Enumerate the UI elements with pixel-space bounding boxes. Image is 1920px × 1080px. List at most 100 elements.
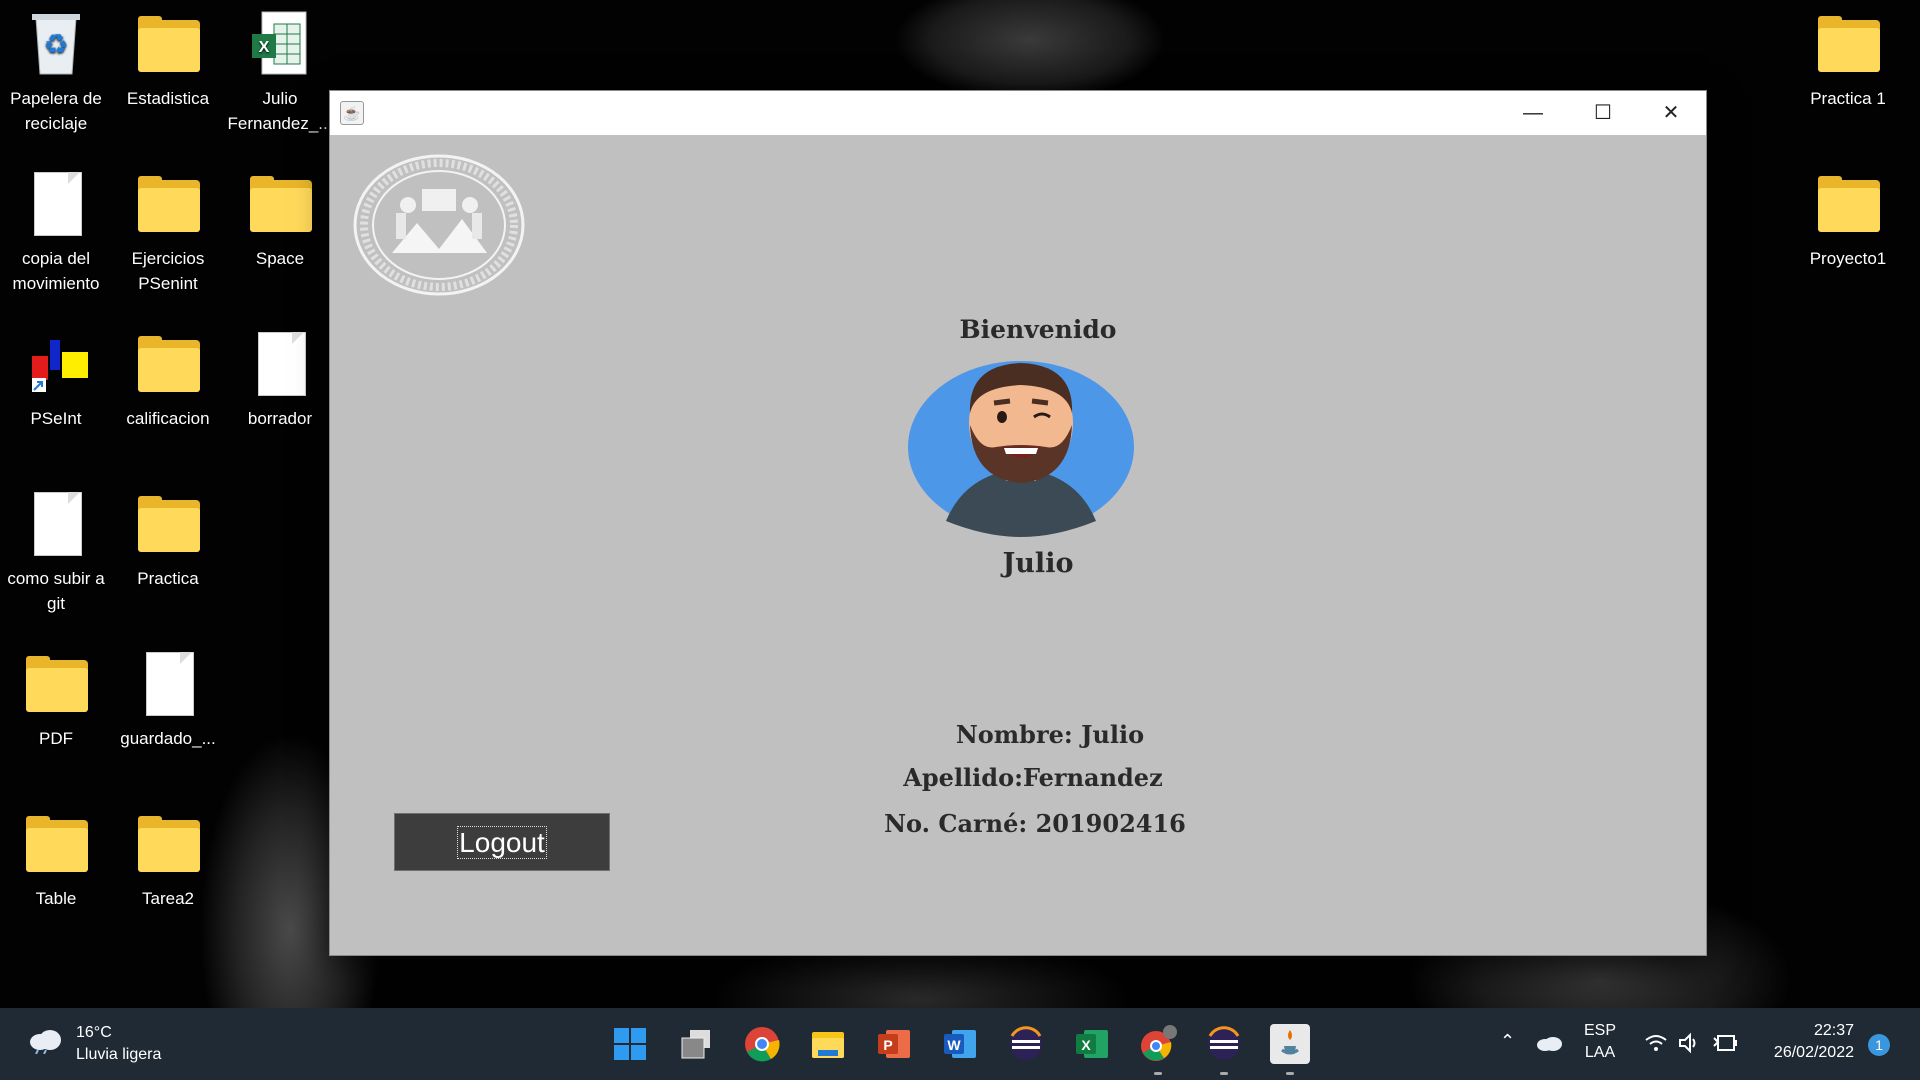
- desktop-icon-label: Practica: [137, 569, 199, 588]
- desktop-icon-label: Estadistica: [126, 89, 210, 108]
- desktop-icon-calificacion[interactable]: calificacion: [112, 328, 224, 431]
- weather-desc: Lluvia ligera: [76, 1046, 162, 1063]
- desktop-icon-label: calificacion: [126, 409, 210, 428]
- desktop-icon-copia-movimiento[interactable]: copia del movimiento: [0, 168, 112, 296]
- volume-icon[interactable]: [1678, 1032, 1702, 1059]
- cloud-rain-icon: [28, 1028, 62, 1055]
- chevron-up-icon[interactable]: ⌃: [1500, 1030, 1515, 1052]
- folder-icon: [132, 328, 204, 400]
- svg-text:P: P: [883, 1037, 892, 1053]
- desktop-icon-practica[interactable]: Practica: [112, 488, 224, 591]
- desktop-icon-pseint[interactable]: PSeInt: [0, 328, 112, 431]
- desktop-icon-proyecto1[interactable]: Proyecto1: [1792, 168, 1904, 271]
- folder-icon: [132, 488, 204, 560]
- weather-temp: 16°C: [76, 1024, 112, 1041]
- java-icon[interactable]: [1270, 1024, 1310, 1064]
- document-icon: [132, 648, 204, 720]
- desktop-icon-label: PSeInt: [30, 409, 82, 428]
- running-indicator: [1154, 1072, 1162, 1075]
- document-icon: [20, 488, 92, 560]
- desktop-icon-tarea2[interactable]: Tarea2: [112, 808, 224, 911]
- folder-icon: [1812, 8, 1884, 80]
- taskbar: 16°C Lluvia ligera P W X ⌃ ESP LAA 22:37…: [0, 1008, 1920, 1080]
- desktop-icon-label: Tarea2: [142, 889, 194, 908]
- desktop-icon-label: Papelera de reciclaje: [10, 89, 102, 133]
- svg-text:♻: ♻: [43, 29, 68, 60]
- desktop-icon-label: Julio Fernandez_...: [227, 89, 333, 133]
- language-line1[interactable]: ESP: [1582, 1020, 1618, 1042]
- desktop-icon-label: Proyecto1: [1809, 249, 1887, 268]
- nombre-label: Nombre: Julio: [955, 720, 1145, 749]
- recycle-bin-icon: ♻: [20, 8, 92, 80]
- desktop-icon-label: Ejercicios PSenint: [131, 249, 205, 293]
- document-icon: [20, 168, 92, 240]
- java-icon: ☕: [340, 101, 364, 125]
- maximize-button[interactable]: ☐: [1568, 91, 1638, 135]
- carne-label: No. Carné: 201902416: [884, 809, 1186, 838]
- chrome-profile-icon[interactable]: [1138, 1024, 1178, 1064]
- folder-icon: [20, 808, 92, 880]
- minimize-button[interactable]: —: [1498, 91, 1568, 135]
- running-indicator: [1220, 1072, 1228, 1075]
- folder-icon: [132, 8, 204, 80]
- desktop-icon-como-subir-git[interactable]: como subir a git: [0, 488, 112, 616]
- apellido-label: Apellido:Fernandez: [903, 763, 1163, 792]
- clock-date[interactable]: 26/02/2022: [1758, 1042, 1854, 1064]
- language-line2[interactable]: LAA: [1582, 1042, 1618, 1064]
- desktop-icon-label: PDF: [39, 729, 73, 748]
- start-icon[interactable]: [610, 1024, 650, 1064]
- app-window: ☕ — ☐ ✕ Bienvenido Julio Nombre: Julio A…: [329, 90, 1707, 956]
- eclipse-icon[interactable]: [1006, 1024, 1046, 1064]
- user-avatar: [906, 351, 1136, 543]
- folder-icon: [132, 168, 204, 240]
- desktop-icon-label: como subir a git: [7, 569, 105, 613]
- desktop-icon-label: Space: [255, 249, 305, 268]
- excel-file-icon: X: [244, 8, 316, 80]
- welcome-title: Bienvenido: [959, 315, 1117, 344]
- powerpoint-icon[interactable]: P: [874, 1024, 914, 1064]
- desktop-icon-space[interactable]: Space: [224, 168, 336, 271]
- desktop-icon-julio-fernandez[interactable]: X Julio Fernandez_...: [224, 8, 336, 136]
- word-icon[interactable]: W: [940, 1024, 980, 1064]
- folder-icon: [20, 648, 92, 720]
- desktop-icon-borrador[interactable]: borrador: [224, 328, 336, 431]
- file-explorer-icon[interactable]: [808, 1024, 848, 1064]
- document-icon: [244, 328, 316, 400]
- chrome-icon[interactable]: [742, 1024, 782, 1064]
- desktop-icon-label: guardado_...: [120, 729, 216, 748]
- logout-button-label: Logout: [457, 826, 547, 859]
- svg-text:W: W: [947, 1037, 961, 1053]
- weather-widget[interactable]: 16°C Lluvia ligera: [28, 1022, 188, 1066]
- folder-icon: [244, 168, 316, 240]
- excel-icon[interactable]: X: [1072, 1024, 1112, 1064]
- pseint-icon: [20, 328, 92, 400]
- folder-icon: [132, 808, 204, 880]
- desktop-icon-table[interactable]: Table: [0, 808, 112, 911]
- desktop-icon-guardado[interactable]: guardado_...: [112, 648, 224, 751]
- wifi-icon[interactable]: [1644, 1032, 1668, 1059]
- eclipse-icon[interactable]: [1204, 1024, 1244, 1064]
- logout-button[interactable]: Logout: [394, 813, 610, 871]
- desktop-icon-label: copia del movimiento: [12, 249, 100, 293]
- svg-text:X: X: [1081, 1037, 1091, 1053]
- desktop-icon-label: Practica 1: [1810, 89, 1886, 108]
- clock-time[interactable]: 22:37: [1758, 1020, 1854, 1042]
- svg-text:X: X: [259, 39, 270, 56]
- desktop-icon-ejercicios[interactable]: Ejercicios PSenint: [112, 168, 224, 296]
- university-seal-logo: [352, 153, 526, 297]
- notification-badge[interactable]: 1: [1868, 1034, 1890, 1056]
- username-label: Julio: [1002, 548, 1074, 579]
- desktop-icon-label: Table: [35, 889, 77, 908]
- battery-icon[interactable]: [1712, 1032, 1738, 1059]
- window-titlebar[interactable]: ☕ — ☐ ✕: [330, 91, 1706, 135]
- onedrive-icon[interactable]: [1535, 1034, 1563, 1057]
- desktop-icon-estadistica[interactable]: Estadistica: [112, 8, 224, 111]
- desktop-icon-label: borrador: [247, 409, 313, 428]
- close-button[interactable]: ✕: [1636, 91, 1706, 135]
- running-indicator: [1286, 1072, 1294, 1075]
- task-view-icon[interactable]: [676, 1024, 716, 1064]
- desktop-icon-pdf[interactable]: PDF: [0, 648, 112, 751]
- desktop-icon-recycle-bin[interactable]: ♻ Papelera de reciclaje: [0, 8, 112, 136]
- desktop-icon-practica-1[interactable]: Practica 1: [1792, 8, 1904, 111]
- folder-icon: [1812, 168, 1884, 240]
